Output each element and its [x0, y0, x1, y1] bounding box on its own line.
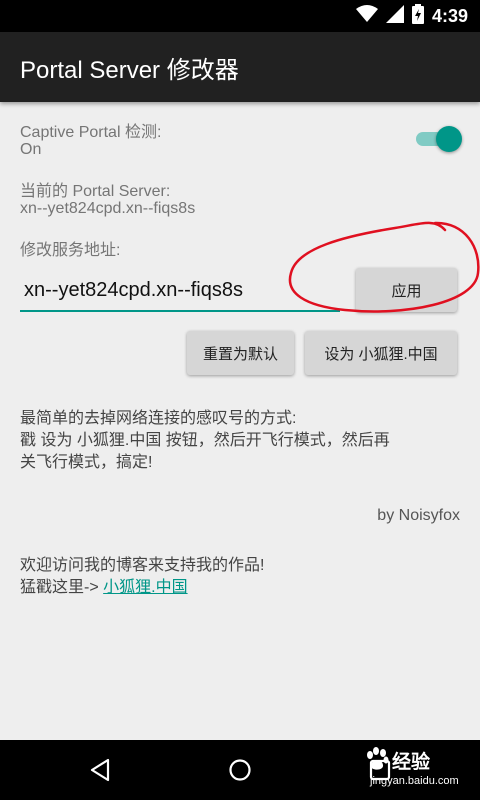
watermark-url: jingyan.baidu.com	[370, 775, 459, 787]
modify-address-label: 修改服务地址:	[20, 242, 121, 259]
promo-text: 欢迎访问我的博客来支持我的作品! 猛戳这里-> 小狐狸.中国	[20, 555, 264, 599]
signal-icon	[385, 5, 404, 27]
reset-default-button[interactable]: 重置为默认	[187, 331, 294, 375]
app-title: Portal Server 修改器	[20, 57, 239, 84]
wifi-icon	[355, 5, 378, 27]
captive-portal-switch[interactable]	[414, 124, 462, 152]
author-byline: by Noisyfox	[377, 507, 460, 524]
battery-icon	[411, 4, 424, 28]
watermark-text: 经验	[392, 751, 431, 773]
captive-portal-label: Captive Portal 检测:	[20, 124, 162, 141]
home-icon[interactable]	[220, 752, 260, 788]
paw-icon	[367, 747, 389, 770]
promo-line-1: 欢迎访问我的博客来支持我的作品!	[20, 557, 265, 574]
status-bar: 4:39	[0, 0, 480, 32]
set-fox-button[interactable]: 设为 小狐狸.中国	[305, 331, 457, 375]
instructions-line-2: 戳 设为 小狐狸.中国 按钮，然后开飞行模式，然后再	[20, 432, 390, 449]
apply-button[interactable]: 应用	[356, 268, 457, 312]
current-server-label: 当前的 Portal Server:	[20, 183, 171, 200]
status-icons: 4:39	[355, 0, 468, 32]
promo-line-2: 猛戳这里-> 小狐狸.中国	[20, 577, 264, 599]
app-bar: Portal Server 修改器	[0, 32, 480, 102]
instructions-line-1: 最简单的去掉网络连接的感叹号的方式:	[20, 410, 297, 427]
server-address-input[interactable]	[20, 270, 340, 312]
baidu-jingyan-watermark: 经验 jingyan.baidu.com	[362, 742, 480, 798]
blog-link[interactable]: 小狐狸.中国	[103, 579, 187, 596]
back-icon[interactable]	[80, 752, 120, 788]
current-server-value: xn--yet824cpd.xn--fiqs8s	[20, 200, 196, 217]
instructions-line-3: 关飞行模式，搞定!	[20, 454, 153, 471]
promo-prefix: 猛戳这里->	[20, 579, 99, 596]
captive-portal-state: On	[20, 141, 42, 158]
switch-thumb	[436, 126, 462, 152]
status-time: 4:39	[431, 5, 468, 26]
instructions-text: 最简单的去掉网络连接的感叹号的方式: 戳 设为 小狐狸.中国 按钮，然后开飞行模…	[20, 408, 390, 474]
